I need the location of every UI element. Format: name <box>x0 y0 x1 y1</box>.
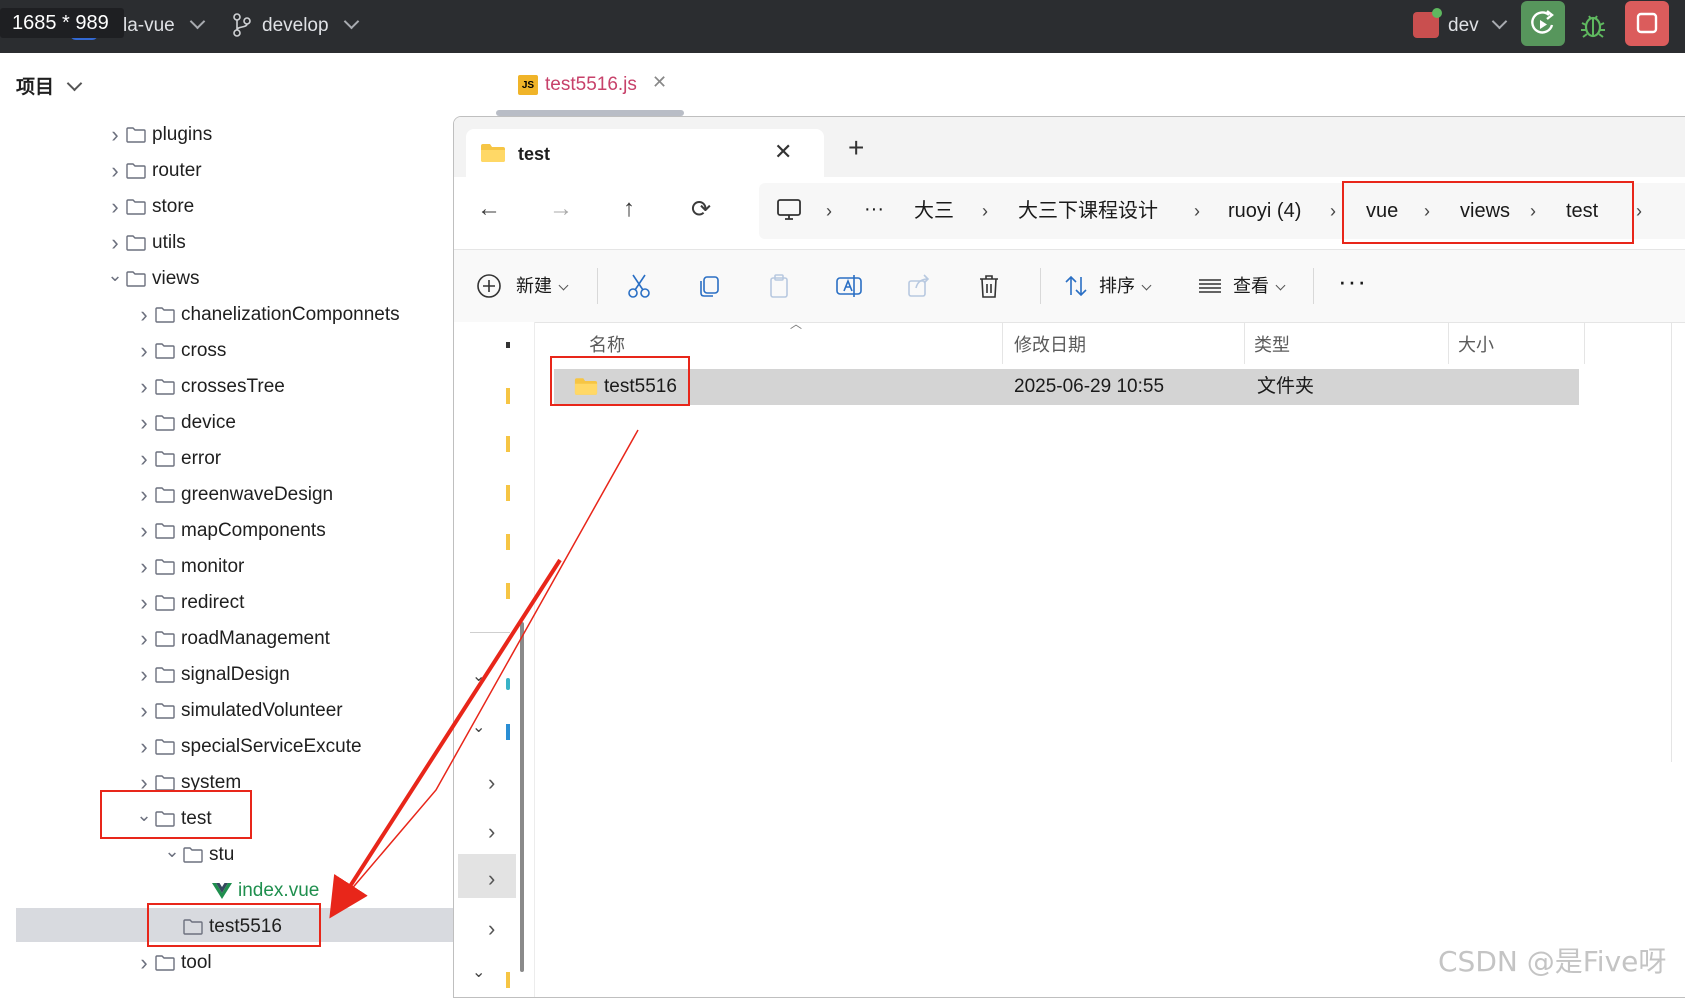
watermark: CSDN @是Five呀 <box>1438 945 1667 978</box>
arrow-head-segment <box>329 558 562 919</box>
annotation-arrow <box>329 429 639 919</box>
